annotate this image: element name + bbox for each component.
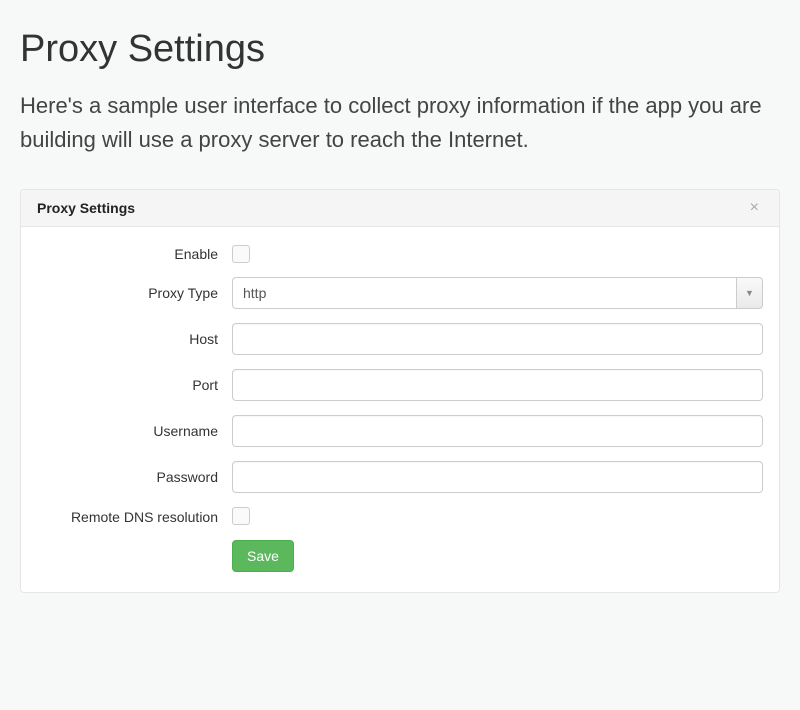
chevron-down-icon[interactable]: ▼ [737, 277, 763, 309]
username-label: Username [37, 423, 232, 439]
page-description: Here's a sample user interface to collec… [20, 89, 780, 157]
remote-dns-label: Remote DNS resolution [37, 509, 232, 525]
port-input[interactable] [232, 369, 763, 401]
form-row-password: Password [37, 461, 763, 493]
form-row-host: Host [37, 323, 763, 355]
proxy-type-select[interactable]: http ▼ [232, 277, 763, 309]
panel-title: Proxy Settings [37, 200, 135, 216]
proxy-settings-panel: Proxy Settings × Enable Proxy Type http … [20, 189, 780, 592]
remote-dns-checkbox[interactable] [232, 507, 250, 525]
proxy-type-label: Proxy Type [37, 285, 232, 301]
form-row-port: Port [37, 369, 763, 401]
enable-checkbox[interactable] [232, 245, 250, 263]
panel-body: Enable Proxy Type http ▼ Host Port [21, 227, 779, 591]
password-input[interactable] [232, 461, 763, 493]
close-icon[interactable]: × [746, 200, 763, 216]
password-label: Password [37, 469, 232, 485]
username-input[interactable] [232, 415, 763, 447]
page-title: Proxy Settings [20, 28, 780, 71]
form-row-enable: Enable [37, 245, 763, 263]
save-button[interactable]: Save [232, 540, 294, 572]
panel-header: Proxy Settings × [21, 190, 779, 227]
enable-label: Enable [37, 246, 232, 262]
proxy-type-value[interactable]: http [232, 277, 737, 309]
host-label: Host [37, 331, 232, 347]
form-row-username: Username [37, 415, 763, 447]
form-row-proxy-type: Proxy Type http ▼ [37, 277, 763, 309]
host-input[interactable] [232, 323, 763, 355]
form-row-remote-dns: Remote DNS resolution [37, 507, 763, 525]
form-row-save: Save [37, 540, 763, 572]
port-label: Port [37, 377, 232, 393]
